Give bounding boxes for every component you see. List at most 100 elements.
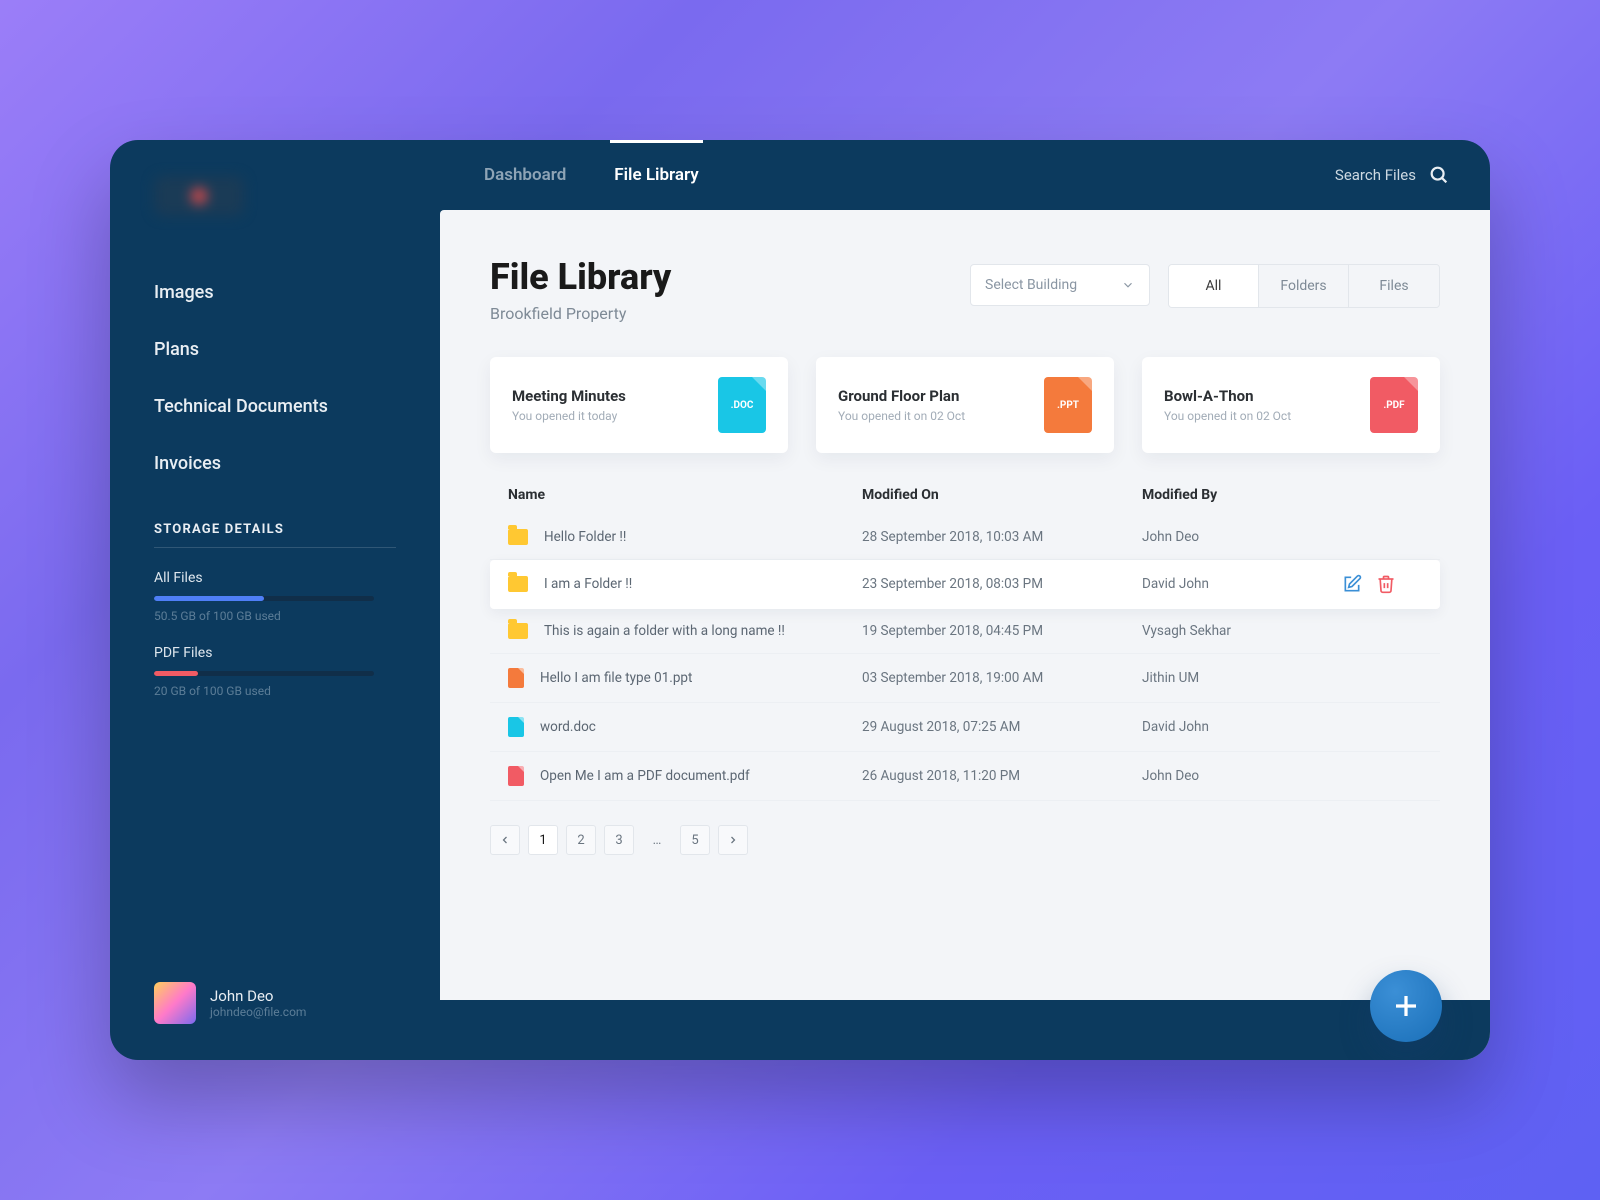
card-subtitle: You opened it today: [512, 409, 626, 423]
file-name: I am a Folder !!: [544, 576, 632, 592]
recent-cards: Meeting Minutes You opened it today .DOC…: [490, 357, 1440, 453]
col-modified-by: Modified By: [1142, 487, 1342, 503]
modified-by: Jithin UM: [1142, 670, 1342, 686]
delete-icon[interactable]: [1376, 574, 1396, 594]
modified-on: 29 August 2018, 07:25 AM: [862, 719, 1142, 735]
storage-bar: [154, 596, 374, 601]
search-label: Search Files: [1335, 166, 1416, 184]
sidebar-item-plans[interactable]: Plans: [154, 321, 396, 378]
filter-all[interactable]: All: [1169, 265, 1259, 307]
topbar: Dashboard File Library Search Files: [440, 140, 1490, 210]
modified-by: David John: [1142, 576, 1342, 592]
page-prev[interactable]: [490, 825, 520, 855]
table-row[interactable]: I am a Folder !! 23 September 2018, 08:0…: [490, 560, 1440, 609]
ppt-file-icon: [508, 668, 524, 688]
storage-meta: 20 GB of 100 GB used: [154, 684, 396, 698]
modified-on: 26 August 2018, 11:20 PM: [862, 768, 1142, 784]
recent-card[interactable]: Ground Floor Plan You opened it on 02 Oc…: [816, 357, 1114, 453]
card-title: Ground Floor Plan: [838, 387, 965, 405]
chevron-right-icon: [727, 834, 739, 846]
file-name: Hello I am file type 01.ppt: [540, 670, 692, 686]
plus-icon: [1391, 991, 1421, 1021]
col-modified-on: Modified On: [862, 487, 1142, 503]
folder-icon: [508, 529, 528, 545]
pdf-file-icon: [508, 766, 524, 786]
folder-icon: [508, 576, 528, 592]
main-column: Dashboard File Library Search Files File …: [440, 140, 1490, 1060]
table-row[interactable]: word.doc 29 August 2018, 07:25 AM David …: [490, 703, 1440, 752]
table-row[interactable]: Hello I am file type 01.ppt 03 September…: [490, 654, 1440, 703]
edit-icon[interactable]: [1342, 574, 1362, 594]
add-button[interactable]: [1370, 970, 1442, 1042]
page-2[interactable]: 2: [566, 825, 596, 855]
file-type-badge: .PDF: [1370, 377, 1418, 433]
table-row[interactable]: This is again a folder with a long name …: [490, 609, 1440, 654]
modified-on: 19 September 2018, 04:45 PM: [862, 623, 1142, 639]
file-name: word.doc: [540, 719, 596, 735]
storage-block: PDF Files 20 GB of 100 GB used: [154, 645, 396, 698]
page-next[interactable]: [718, 825, 748, 855]
storage-label: All Files: [154, 570, 396, 586]
avatar: [154, 982, 196, 1024]
search-icon: [1428, 164, 1450, 186]
tab-dashboard[interactable]: Dashboard: [480, 143, 570, 207]
filter-folders[interactable]: Folders: [1259, 265, 1349, 307]
card-subtitle: You opened it on 02 Oct: [1164, 409, 1291, 423]
card-title: Meeting Minutes: [512, 387, 626, 405]
page-3[interactable]: 3: [604, 825, 634, 855]
modified-by: John Deo: [1142, 529, 1342, 545]
select-building-value: Select Building: [985, 277, 1077, 293]
folder-icon: [508, 623, 528, 639]
sidebar-item-images[interactable]: Images: [154, 264, 396, 321]
content: File Library Brookfield Property Select …: [440, 210, 1490, 1060]
file-name: This is again a folder with a long name …: [544, 623, 785, 639]
storage-label: PDF Files: [154, 645, 396, 661]
storage-block: All Files 50.5 GB of 100 GB used: [154, 570, 396, 623]
pagination: 123 … 5: [490, 825, 1440, 855]
content-header: File Library Brookfield Property Select …: [490, 256, 1440, 323]
doc-file-icon: [508, 717, 524, 737]
table-header: Name Modified On Modified By: [490, 487, 1440, 515]
page-1[interactable]: 1: [528, 825, 558, 855]
search-button[interactable]: Search Files: [1335, 164, 1450, 186]
bottom-strip: [440, 1000, 1490, 1060]
chevron-down-icon: [1121, 278, 1135, 292]
sidebar-item-technical-documents[interactable]: Technical Documents: [154, 378, 396, 435]
file-table: Hello Folder !! 28 September 2018, 10:03…: [490, 515, 1440, 801]
select-building-dropdown[interactable]: Select Building: [970, 264, 1150, 306]
app-logo: [154, 176, 244, 216]
page-ellipsis: …: [642, 825, 672, 855]
file-name: Hello Folder !!: [544, 529, 626, 545]
recent-card[interactable]: Meeting Minutes You opened it today .DOC: [490, 357, 788, 453]
table-row[interactable]: Hello Folder !! 28 September 2018, 10:03…: [490, 515, 1440, 560]
tab-file-library[interactable]: File Library: [610, 140, 702, 207]
file-type-badge: .DOC: [718, 377, 766, 433]
sidebar: ImagesPlansTechnical DocumentsInvoices S…: [110, 140, 440, 1060]
sidebar-item-invoices[interactable]: Invoices: [154, 435, 396, 492]
modified-on: 23 September 2018, 08:03 PM: [862, 576, 1142, 592]
page-title: File Library: [490, 256, 671, 298]
top-tabs: Dashboard File Library: [480, 143, 703, 207]
page-5[interactable]: 5: [680, 825, 710, 855]
chevron-left-icon: [499, 834, 511, 846]
card-subtitle: You opened it on 02 Oct: [838, 409, 965, 423]
storage-details-title: STORAGE DETAILS: [154, 522, 396, 548]
card-title: Bowl-A-Thon: [1164, 387, 1291, 405]
page-subtitle: Brookfield Property: [490, 304, 671, 323]
app-window: ImagesPlansTechnical DocumentsInvoices S…: [110, 140, 1490, 1060]
modified-by: Vysagh Sekhar: [1142, 623, 1342, 639]
modified-on: 28 September 2018, 10:03 AM: [862, 529, 1142, 545]
filter-segment: AllFoldersFiles: [1168, 264, 1440, 308]
file-name: Open Me I am a PDF document.pdf: [540, 768, 750, 784]
user-email: johndeo@file.com: [210, 1005, 306, 1019]
modified-by: John Deo: [1142, 768, 1342, 784]
filter-files[interactable]: Files: [1349, 265, 1439, 307]
user-name: John Deo: [210, 987, 306, 1005]
file-type-badge: .PPT: [1044, 377, 1092, 433]
table-row[interactable]: Open Me I am a PDF document.pdf 26 Augus…: [490, 752, 1440, 801]
recent-card[interactable]: Bowl-A-Thon You opened it on 02 Oct .PDF: [1142, 357, 1440, 453]
user-card[interactable]: John Deo johndeo@file.com: [154, 982, 396, 1024]
modified-on: 03 September 2018, 19:00 AM: [862, 670, 1142, 686]
modified-by: David John: [1142, 719, 1342, 735]
col-name: Name: [508, 487, 862, 503]
